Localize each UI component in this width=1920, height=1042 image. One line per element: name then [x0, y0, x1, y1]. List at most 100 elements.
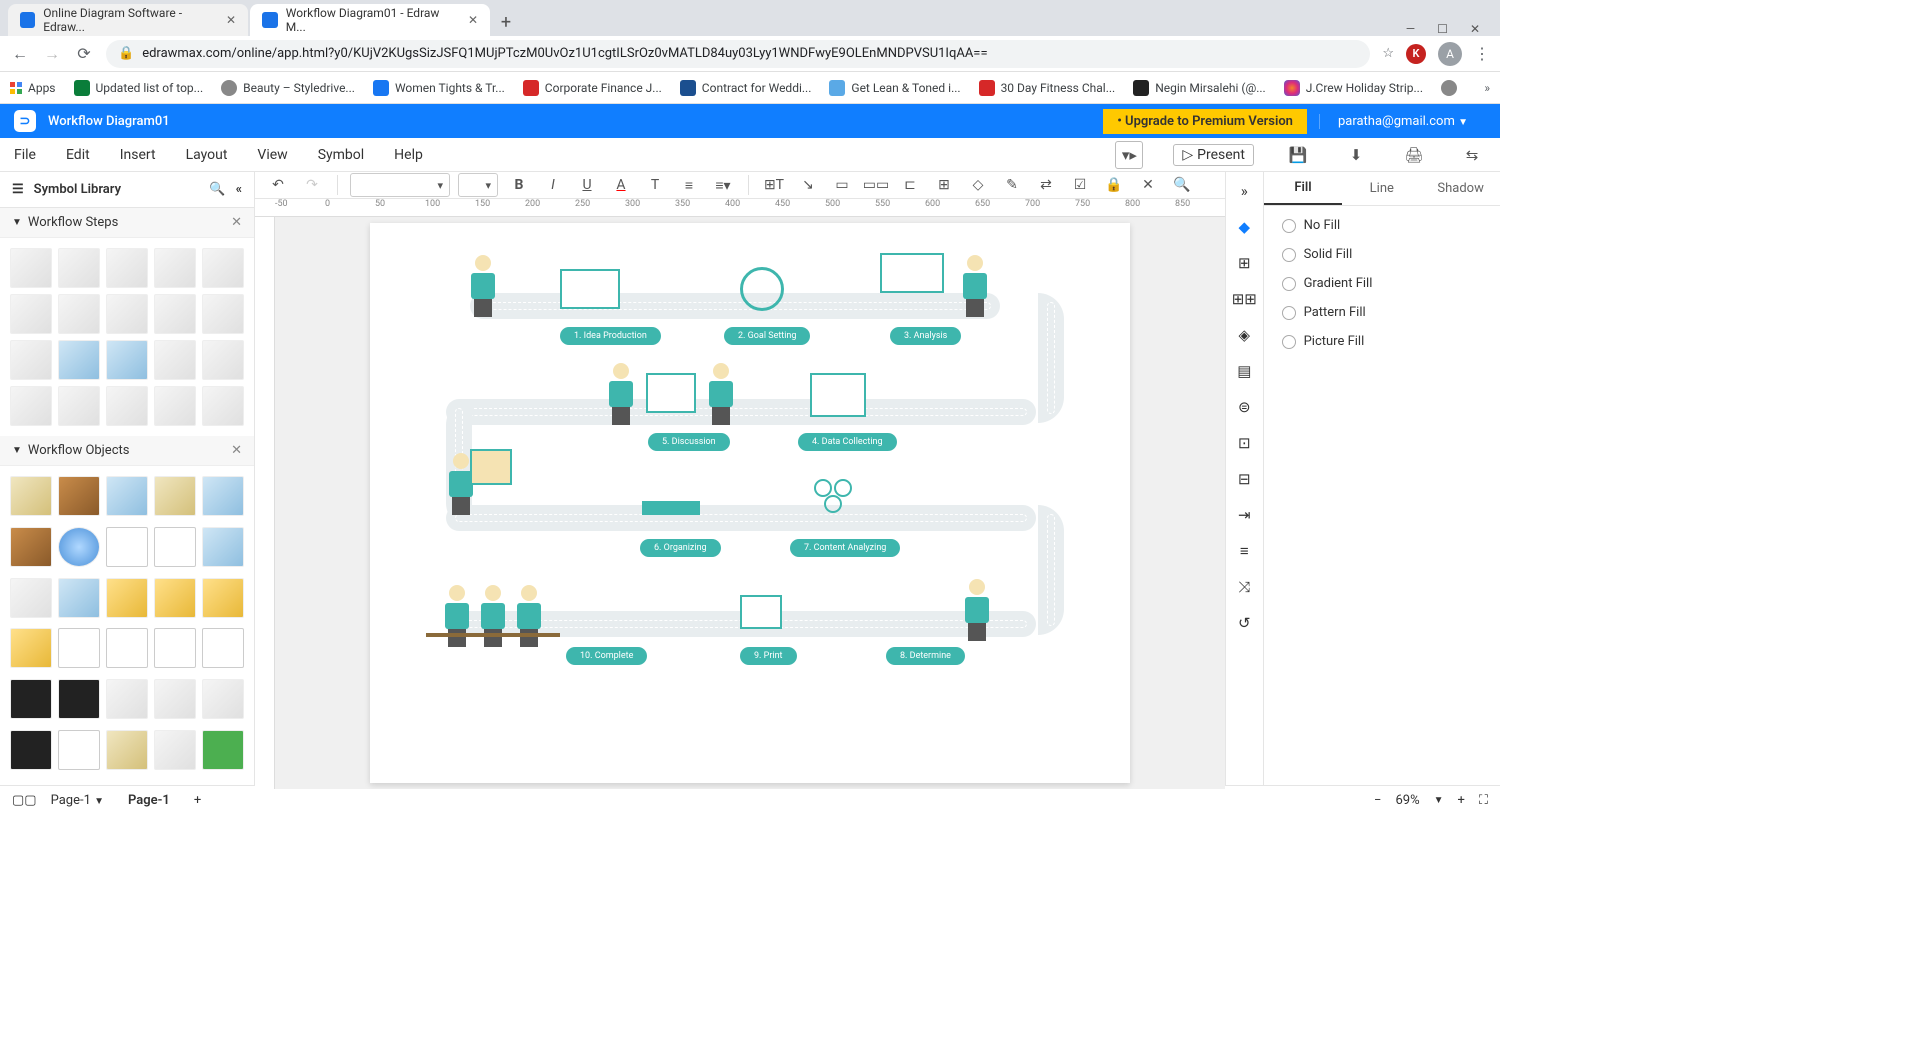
bookmark-item[interactable]: Negin Mirsalehi (@... [1133, 80, 1266, 96]
shape-item[interactable] [58, 578, 100, 618]
shape-item[interactable] [154, 527, 196, 567]
workflow-node[interactable]: 8. Determine [886, 647, 965, 665]
minimize-icon[interactable]: — [1406, 22, 1415, 36]
bookmark-item[interactable]: Women Tights & Tr... [373, 80, 505, 96]
menu-view[interactable]: View [257, 147, 287, 163]
connector-icon[interactable]: ↘ [795, 172, 821, 198]
shape-item[interactable] [154, 340, 196, 380]
history-icon[interactable]: ↺ [1233, 612, 1255, 634]
shape-item[interactable] [202, 527, 244, 567]
database-icon[interactable]: ⊜ [1233, 396, 1255, 418]
expand-panel-icon[interactable]: » [1233, 180, 1255, 202]
list-icon[interactable]: ≡ [1233, 540, 1255, 562]
shape-item[interactable] [202, 730, 244, 770]
font-color-icon[interactable]: A [608, 172, 634, 198]
pages-icon[interactable]: ▢▢ [12, 793, 37, 808]
shape-item[interactable] [106, 527, 148, 567]
menu-dots-icon[interactable]: ⋮ [1474, 44, 1490, 63]
shape-rect-icon[interactable]: ▭ [829, 172, 855, 198]
page-selector[interactable]: Page-1 ▼ [51, 793, 104, 808]
shape-item[interactable] [202, 578, 244, 618]
menu-layout[interactable]: Layout [186, 147, 228, 163]
fill-option-solid[interactable]: Solid Fill [1282, 247, 1482, 262]
bookmark-item[interactable] [1441, 80, 1463, 96]
zoom-out-icon[interactable]: − [1374, 793, 1381, 808]
check-icon[interactable]: ☑ [1067, 172, 1093, 198]
url-input[interactable]: 🔒 edrawmax.com/online/app.html?y0/KUjV2K… [106, 40, 1370, 68]
shape-item[interactable] [202, 679, 244, 719]
apps-button[interactable]: Apps [10, 81, 56, 95]
undo-icon[interactable]: ↶ [265, 172, 291, 198]
shape-item[interactable] [58, 340, 100, 380]
shape-item[interactable] [154, 578, 196, 618]
redo-icon[interactable]: ↷ [299, 172, 325, 198]
workflow-node[interactable]: 3. Analysis [890, 327, 961, 345]
shape-item[interactable] [202, 248, 244, 288]
fill-option-pattern[interactable]: Pattern Fill [1282, 305, 1482, 320]
print-icon[interactable]: 🖨 [1400, 141, 1428, 169]
shape-item[interactable] [202, 476, 244, 516]
align-icon[interactable]: ≡ [676, 172, 702, 198]
shape-item[interactable] [10, 527, 52, 567]
font-family-select[interactable]: ▾ [350, 173, 450, 197]
shuffle-icon[interactable]: ⤨ [1233, 576, 1255, 598]
close-window-icon[interactable]: ✕ [1470, 22, 1480, 36]
extension-badge[interactable]: K [1406, 44, 1426, 64]
shape-item[interactable] [10, 730, 52, 770]
underline-icon[interactable]: U [574, 172, 600, 198]
search-icon[interactable]: 🔍 [1169, 172, 1195, 198]
fill-option-picture[interactable]: Picture Fill [1282, 334, 1482, 349]
shape-item[interactable] [10, 628, 52, 668]
paint-bucket-icon[interactable]: ◇ [965, 172, 991, 198]
align-left-icon[interactable]: ⊏ [897, 172, 923, 198]
shape-item[interactable] [10, 340, 52, 380]
upgrade-button[interactable]: • Upgrade to Premium Version [1103, 109, 1307, 134]
shape-item[interactable] [106, 679, 148, 719]
tools-icon[interactable]: ✕ [1135, 172, 1161, 198]
profile-avatar[interactable]: A [1438, 42, 1462, 66]
shape-item[interactable] [10, 578, 52, 618]
close-icon[interactable]: ✕ [226, 13, 236, 27]
text-format-icon[interactable]: T [642, 172, 668, 198]
shape-item[interactable] [154, 476, 196, 516]
close-icon[interactable]: ✕ [468, 13, 478, 27]
bookmark-item[interactable]: 30 Day Fitness Chal... [979, 80, 1116, 96]
shape-item[interactable] [154, 628, 196, 668]
bookmark-star-icon[interactable]: ☆ [1382, 46, 1394, 61]
forward-icon[interactable]: → [42, 44, 62, 64]
shape-item[interactable] [58, 628, 100, 668]
shape-item[interactable] [58, 476, 100, 516]
tab-fill[interactable]: Fill [1264, 172, 1343, 205]
zoom-in-icon[interactable]: + [1458, 793, 1465, 808]
collapse-icon[interactable]: « [236, 182, 242, 197]
workflow-node[interactable]: 1. Idea Production [560, 327, 661, 345]
fit-screen-icon[interactable]: ⛶ [1479, 793, 1488, 808]
fill-tool-icon[interactable]: ◆ [1233, 216, 1255, 238]
app-logo-icon[interactable]: ⊃ [14, 110, 36, 132]
browser-tab-active[interactable]: Workflow Diagram01 - Edraw M... ✕ [250, 4, 490, 36]
shape-item[interactable] [106, 294, 148, 334]
shape-item[interactable] [202, 386, 244, 426]
shape-item[interactable] [58, 527, 100, 567]
shape-item[interactable] [10, 248, 52, 288]
share-icon[interactable]: ⇆ [1458, 141, 1486, 169]
bookmark-item[interactable]: J.Crew Holiday Strip... [1284, 80, 1423, 96]
workflow-node[interactable]: 4. Data Collecting [798, 433, 897, 451]
search-icon[interactable]: 🔍 [209, 182, 225, 197]
user-email[interactable]: paratha@gmail.com ▼ [1319, 114, 1486, 129]
shape-item[interactable] [154, 248, 196, 288]
menu-symbol[interactable]: Symbol [318, 147, 364, 163]
workflow-node[interactable]: 7. Content Analyzing [790, 539, 900, 557]
bookmark-item[interactable]: Corporate Finance J... [523, 80, 662, 96]
layers-icon[interactable]: ◈ [1233, 324, 1255, 346]
reload-icon[interactable]: ⟳ [74, 44, 94, 63]
present-button[interactable]: ▷Present [1173, 144, 1254, 166]
close-section-icon[interactable]: ✕ [231, 443, 242, 458]
shape-item[interactable] [58, 294, 100, 334]
section-workflow-steps[interactable]: ▼ Workflow Steps ✕ [0, 208, 254, 238]
comment-icon[interactable]: ▤ [1233, 360, 1255, 382]
font-size-select[interactable]: ▾ [458, 173, 498, 197]
bookmarks-overflow-icon[interactable]: » [1484, 81, 1490, 95]
tab-line[interactable]: Line [1342, 172, 1421, 205]
shape-item[interactable] [106, 386, 148, 426]
